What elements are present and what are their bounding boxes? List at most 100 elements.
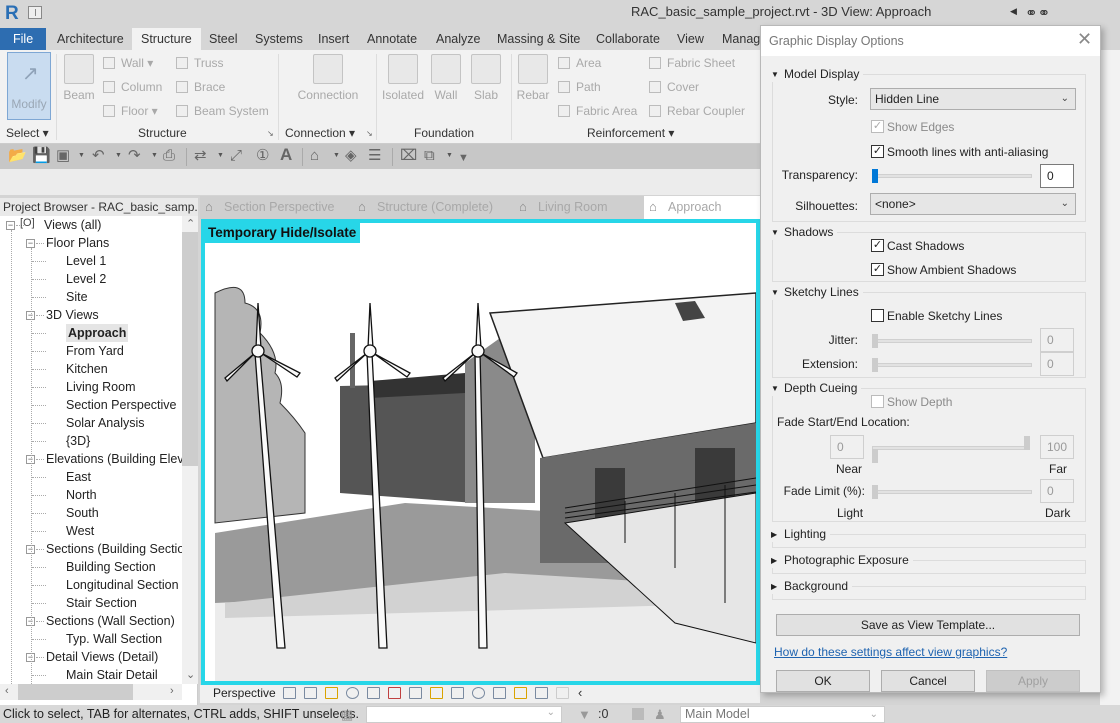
filter-icon[interactable]: ▼ xyxy=(578,707,591,722)
tab-insert[interactable]: Insert xyxy=(309,28,358,50)
worksets-icon[interactable]: ▦ xyxy=(341,707,353,723)
section-icon[interactable]: ◈ xyxy=(345,148,357,164)
scroll-up-icon[interactable]: ⌃ xyxy=(186,217,195,230)
tree-item[interactable]: Longitudinal Section xyxy=(66,576,179,594)
jitter-slider-thumb[interactable] xyxy=(872,334,878,348)
reveal-constraints-icon[interactable] xyxy=(556,687,569,699)
highlight-displacement-icon[interactable] xyxy=(535,687,548,699)
show-edges-checkbox[interactable]: ✓ Show Edges xyxy=(871,119,954,135)
near-input[interactable]: 0 xyxy=(830,435,864,459)
analytical-model-icon[interactable] xyxy=(514,687,527,699)
horizontal-scrollbar[interactable]: ‹ › xyxy=(0,684,182,700)
sketchy-lines-header[interactable]: ▼ Sketchy Lines xyxy=(771,284,863,300)
tree-item[interactable]: West xyxy=(66,522,94,540)
vertical-scrollbar[interactable]: ⌃ ⌄ xyxy=(182,216,198,684)
jitter-input[interactable]: 0 xyxy=(1040,328,1074,352)
tree-item[interactable]: Level 2 xyxy=(66,270,106,288)
wall-button[interactable]: Wall ▾ xyxy=(103,56,153,70)
brace-button[interactable]: Brace xyxy=(176,80,225,94)
text-icon[interactable]: A xyxy=(280,146,292,163)
tab-systems[interactable]: Systems xyxy=(246,28,312,50)
tab-architecture[interactable]: Architecture xyxy=(48,28,133,50)
switch-windows-icon[interactable]: ⧉ xyxy=(424,148,435,164)
tree-group[interactable]: Floor Plans xyxy=(46,234,109,252)
visual-style-icon[interactable] xyxy=(304,687,317,699)
floor-button[interactable]: Floor ▾ xyxy=(103,104,158,118)
fabric-area-button[interactable]: Fabric Area xyxy=(558,104,637,118)
tree-group[interactable]: 3D Views xyxy=(46,306,99,324)
undo-icon[interactable]: ↶ xyxy=(92,148,105,164)
jitter-slider[interactable] xyxy=(872,339,1032,343)
reveal-hidden-icon[interactable] xyxy=(472,687,485,699)
tab-annotate[interactable]: Annotate xyxy=(358,28,426,50)
sun-path-icon[interactable] xyxy=(325,687,338,699)
redo-icon[interactable]: ↷ xyxy=(128,148,141,164)
enable-sketchy-lines-checkbox[interactable]: Enable Sketchy Lines xyxy=(871,308,1002,324)
silhouettes-select[interactable]: <none> ⌄ xyxy=(870,193,1076,215)
tree-group[interactable]: Views (all) xyxy=(44,216,101,234)
scroll-left-icon[interactable]: ‹ xyxy=(5,685,9,697)
tree-item[interactable]: South xyxy=(66,504,99,522)
column-button[interactable]: Column xyxy=(103,80,162,94)
transparency-input[interactable]: 0 xyxy=(1040,164,1074,188)
crop-view-icon[interactable] xyxy=(388,687,401,699)
smooth-lines-checkbox[interactable]: ✓ Smooth lines with anti-aliasing xyxy=(871,144,1048,160)
collapse-arrow-icon[interactable]: ‹ xyxy=(578,685,582,700)
temporary-view-properties-icon[interactable] xyxy=(493,687,506,699)
dropdown-icon[interactable]: ▼ xyxy=(446,152,453,159)
show-crop-region-icon[interactable] xyxy=(409,687,422,699)
tag-icon[interactable]: ① xyxy=(256,148,269,164)
collapse-toggle-icon[interactable]: − xyxy=(6,221,15,230)
document-icon[interactable] xyxy=(28,6,42,19)
apply-button[interactable]: Apply xyxy=(986,670,1080,692)
tree-item[interactable]: East xyxy=(66,468,91,486)
slab-foundation-button[interactable]: Slab xyxy=(468,54,504,102)
customize-icon[interactable]: ▼ xyxy=(458,150,469,166)
tree-item[interactable]: Site xyxy=(66,288,88,306)
beam-button[interactable]: Beam xyxy=(60,54,98,102)
far-input[interactable]: 100 xyxy=(1040,435,1074,459)
truss-button[interactable]: Truss xyxy=(176,56,224,70)
tab-analyze[interactable]: Analyze xyxy=(427,28,489,50)
close-hidden-icon[interactable]: ⌧ xyxy=(400,148,417,164)
wall-foundation-button[interactable]: Wall xyxy=(428,54,464,102)
path-reinforcement-button[interactable]: Path xyxy=(558,80,601,94)
dropdown-icon[interactable]: ▼ xyxy=(151,152,158,159)
dropdown-icon[interactable]: ▼ xyxy=(217,152,224,159)
close-icon[interactable]: ✕ xyxy=(1077,29,1092,50)
tree-item[interactable]: Building Section xyxy=(66,558,156,576)
collapse-arrow-icon[interactable]: ◀ xyxy=(1010,6,1017,17)
connection-button[interactable]: Connection xyxy=(290,54,366,102)
dropdown-icon[interactable]: ▼ xyxy=(333,152,340,159)
tree-item[interactable]: North xyxy=(66,486,97,504)
design-options-icon[interactable]: ♟ xyxy=(654,707,666,723)
tree-item[interactable]: Living Room xyxy=(66,378,135,396)
tree-item[interactable]: Approach xyxy=(66,324,129,342)
lock-view-icon[interactable] xyxy=(430,687,443,699)
revit-logo-icon[interactable]: R xyxy=(5,3,19,25)
ambient-shadows-checkbox[interactable]: ✓ Show Ambient Shadows xyxy=(871,262,1016,278)
lighting-header[interactable]: ▶ Lighting xyxy=(771,526,831,542)
measure-icon[interactable]: ⇄ xyxy=(194,148,207,164)
shadows-header[interactable]: ▼ Shadows xyxy=(771,224,838,240)
dropdown-icon[interactable]: ▼ xyxy=(115,152,122,159)
tab-file[interactable]: File xyxy=(0,28,47,50)
extension-input[interactable]: 0 xyxy=(1040,352,1074,376)
ok-button[interactable]: OK xyxy=(776,670,870,692)
connection-panel-label[interactable]: Connection ▾ xyxy=(285,126,355,140)
isolated-foundation-button[interactable]: Isolated xyxy=(381,54,425,102)
scroll-right-icon[interactable]: › xyxy=(170,685,174,697)
save-as-view-template-button[interactable]: Save as View Template... xyxy=(776,614,1080,636)
view-tab-structure-complete[interactable]: ⌂ Structure (Complete) xyxy=(353,196,505,219)
style-select[interactable]: Hidden Line ⌄ xyxy=(870,88,1076,110)
panel-launcher-icon[interactable]: ↘ xyxy=(267,129,274,138)
tree-item[interactable]: {3D} xyxy=(66,432,90,450)
fade-limit-input[interactable]: 0 xyxy=(1040,479,1074,503)
far-slider-thumb[interactable] xyxy=(1024,436,1030,450)
extension-slider-thumb[interactable] xyxy=(872,358,878,372)
tree-group[interactable]: Sections (Building Sectior xyxy=(46,540,182,558)
tree-item[interactable]: From Yard xyxy=(66,342,124,360)
workset-combo[interactable]: ⌄ xyxy=(366,706,562,723)
tree-item[interactable]: Section Perspective xyxy=(66,396,176,414)
show-depth-checkbox[interactable]: Show Depth xyxy=(871,394,952,410)
